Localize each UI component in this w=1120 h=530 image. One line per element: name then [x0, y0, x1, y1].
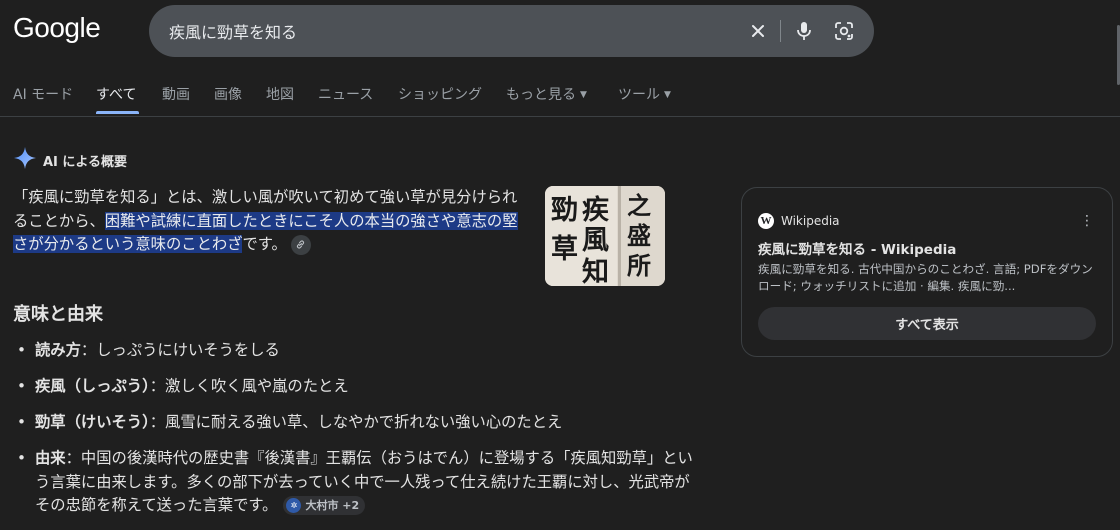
- term-label: 読み方: [35, 341, 81, 359]
- svg-text:疾: 疾: [582, 194, 609, 226]
- term-text: 風雪に耐える強い草、しなやかで折れない強い心のたとえ: [165, 413, 563, 431]
- search-box[interactable]: [149, 5, 874, 57]
- term-separator: ：: [80, 341, 97, 359]
- search-divider: [780, 20, 781, 42]
- svg-text:之: 之: [627, 191, 651, 220]
- list-item: • 勁草（けいそう）：風雪に耐える強い草、しなやかで折れない強い心のたとえ: [13, 411, 693, 435]
- term-separator: ：: [65, 449, 81, 467]
- result-title-link[interactable]: 疾風に勁草を知る - Wikipedia: [758, 238, 956, 258]
- svg-text:所: 所: [627, 251, 651, 280]
- result-snippet: 疾風に勁草を知る. 古代中国からのことわざ. 言語; PDFをダウンロード; ウ…: [758, 262, 1093, 293]
- ai-overview-title: AI による概要: [43, 154, 128, 170]
- search-input[interactable]: [169, 18, 729, 44]
- svg-text:風: 風: [582, 225, 609, 256]
- microphone-icon[interactable]: [792, 19, 816, 43]
- source-name: Wikipedia: [781, 214, 840, 228]
- ai-overview-header: AI による概要: [13, 146, 127, 174]
- search-tabs: AI モード すべて 動画 画像 地図 ニュース ショッピング もっと見る ▼ ツ…: [0, 82, 1120, 117]
- wikipedia-icon: W: [758, 213, 774, 229]
- tab-more[interactable]: もっと見る ▼: [506, 84, 587, 104]
- link-icon[interactable]: [290, 234, 311, 255]
- bullet-dot: •: [17, 341, 27, 359]
- meaning-list: • 読み方：しっぷうにけいそうをしる • 疾風（しっぷう）：激しく吹く風や嵐のたとえ…: [13, 339, 693, 530]
- show-all-button[interactable]: すべて表示: [758, 307, 1096, 340]
- bullet-dot: •: [17, 413, 27, 431]
- section-title: 意味と由来: [13, 304, 103, 325]
- wikipedia-source-card[interactable]: W Wikipedia ⋮ 疾風に勁草を知る - Wikipedia 疾風に勁草…: [741, 187, 1113, 357]
- source-chip[interactable]: ✲ 大村市 +2: [283, 496, 366, 515]
- list-item: • 読み方：しっぷうにけいそうをしる: [13, 339, 693, 363]
- calligraphy-image[interactable]: 勁 疾 草 風 知 之 盛 所: [545, 186, 665, 286]
- term-label: 由来: [35, 449, 66, 467]
- chevron-down-icon: ▼: [664, 90, 671, 100]
- term-separator: ：: [149, 377, 166, 395]
- svg-text:盛: 盛: [627, 221, 651, 250]
- tab-videos[interactable]: 動画: [162, 84, 190, 104]
- ai-overview-text: 「疾風に勁草を知る」とは、激しい風が吹いて初めて強い草が見分けられることから、困…: [13, 186, 521, 257]
- list-item: • 由来：中国の後漢時代の歴史書『後漢書』王覇伝（おうはでん）に登場する「疾風知勁…: [13, 447, 693, 518]
- term-separator: ：: [149, 413, 166, 431]
- svg-text:勁: 勁: [551, 195, 578, 226]
- source-header: W Wikipedia: [758, 213, 840, 229]
- google-logo[interactable]: Google: [13, 12, 101, 44]
- term-text: しっぷうにけいそうをしる: [96, 341, 280, 359]
- active-tab-indicator: [96, 111, 139, 114]
- term-label: 疾風（しっぷう）: [35, 377, 150, 395]
- tab-ai-mode[interactable]: AI モード: [13, 84, 73, 104]
- tab-tools-label: ツール: [618, 87, 660, 103]
- tab-shopping[interactable]: ショッピング: [398, 84, 482, 104]
- term-label: 勁草（けいそう）: [35, 413, 150, 431]
- sparkle-icon: [13, 146, 37, 174]
- tab-tools[interactable]: ツール ▼: [618, 84, 671, 104]
- bullet-dot: •: [17, 449, 27, 467]
- city-emblem-icon: ✲: [286, 498, 302, 513]
- list-item: • 疾風（しっぷう）：激しく吹く風や嵐のたとえ: [13, 375, 693, 399]
- chevron-down-icon: ▼: [580, 90, 587, 100]
- term-text: 激しく吹く風や嵐のたとえ: [165, 377, 349, 395]
- tab-images[interactable]: 画像: [214, 84, 242, 104]
- source-chip-label: 大村市 +2: [305, 498, 360, 512]
- svg-text:知: 知: [582, 257, 609, 286]
- tab-all[interactable]: すべて: [96, 84, 136, 104]
- close-icon[interactable]: [746, 19, 770, 43]
- svg-text:草: 草: [551, 234, 578, 265]
- intro-ending: です。: [242, 235, 287, 253]
- tab-more-label: もっと見る: [506, 87, 576, 103]
- tab-maps[interactable]: 地図: [266, 84, 294, 104]
- tab-news[interactable]: ニュース: [318, 84, 373, 104]
- lens-icon[interactable]: [832, 19, 856, 43]
- bullet-dot: •: [17, 377, 27, 395]
- more-vert-icon[interactable]: ⋮: [1078, 212, 1096, 230]
